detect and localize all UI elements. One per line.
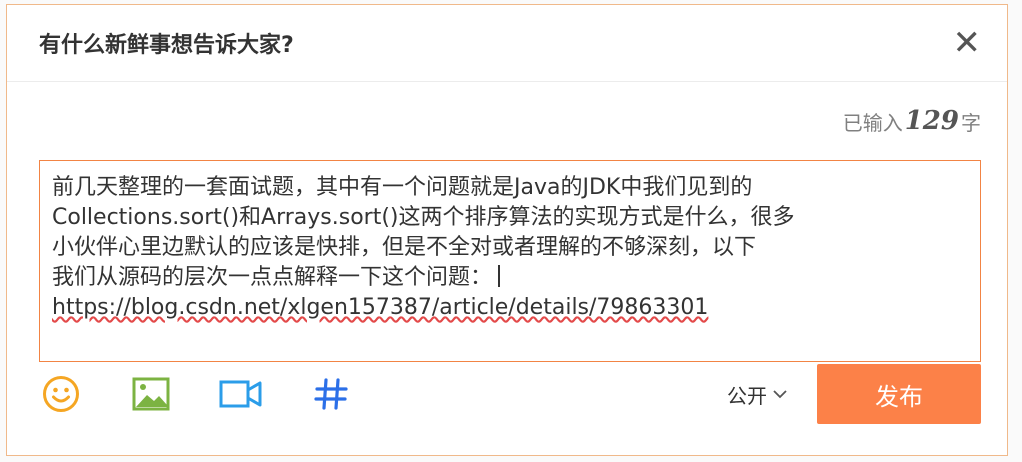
- post-dialog: 有什么新鲜事想告诉大家? ✕ 已输入 129 字 前几天整理的一套面试题，其中有…: [6, 4, 1008, 456]
- topic-icon[interactable]: [309, 372, 353, 416]
- editor-line: https://blog.csdn.net/xlgen157387/articl…: [52, 293, 966, 323]
- publish-button[interactable]: 发布: [817, 364, 981, 424]
- editor-line: Collections.sort()和Arrays.sort()这两个排序算法的…: [52, 205, 795, 230]
- post-toolbar: 公开 发布: [39, 363, 981, 425]
- image-icon[interactable]: [129, 372, 173, 416]
- counter-prefix: 已输入: [842, 110, 903, 135]
- dialog-title: 有什么新鲜事想告诉大家?: [39, 33, 294, 58]
- visibility-dropdown[interactable]: 公开: [727, 380, 787, 409]
- text-caret: [498, 265, 501, 287]
- emoji-icon[interactable]: [39, 372, 83, 416]
- dialog-header: 有什么新鲜事想告诉大家? ✕: [7, 5, 1007, 82]
- post-textarea[interactable]: 前几天整理的一套面试题，其中有一个问题就是Java的JDK中我们见到的 Coll…: [39, 160, 981, 362]
- counter-value: 129: [904, 106, 959, 136]
- editor-line: 前几天整理的一套面试题，其中有一个问题就是Java的JDK中我们见到的: [52, 175, 753, 200]
- editor-line: 小伙伴心里边默认的应该是快排，但是不全对或者理解的不够深刻，以下: [52, 235, 757, 260]
- char-counter: 已输入 129 字: [7, 82, 1007, 160]
- editor-line-with-caret: 我们从源码的层次一点点解释一下这个问题：: [52, 263, 966, 293]
- chevron-down-icon: [773, 390, 787, 399]
- video-icon[interactable]: [219, 372, 263, 416]
- close-icon[interactable]: ✕: [953, 26, 982, 60]
- editor-line-text: 我们从源码的层次一点点解释一下这个问题：: [52, 265, 493, 290]
- visibility-label: 公开: [727, 383, 767, 408]
- counter-suffix: 字: [961, 110, 981, 135]
- editor-link: https://blog.csdn.net/xlgen157387/articl…: [52, 295, 709, 320]
